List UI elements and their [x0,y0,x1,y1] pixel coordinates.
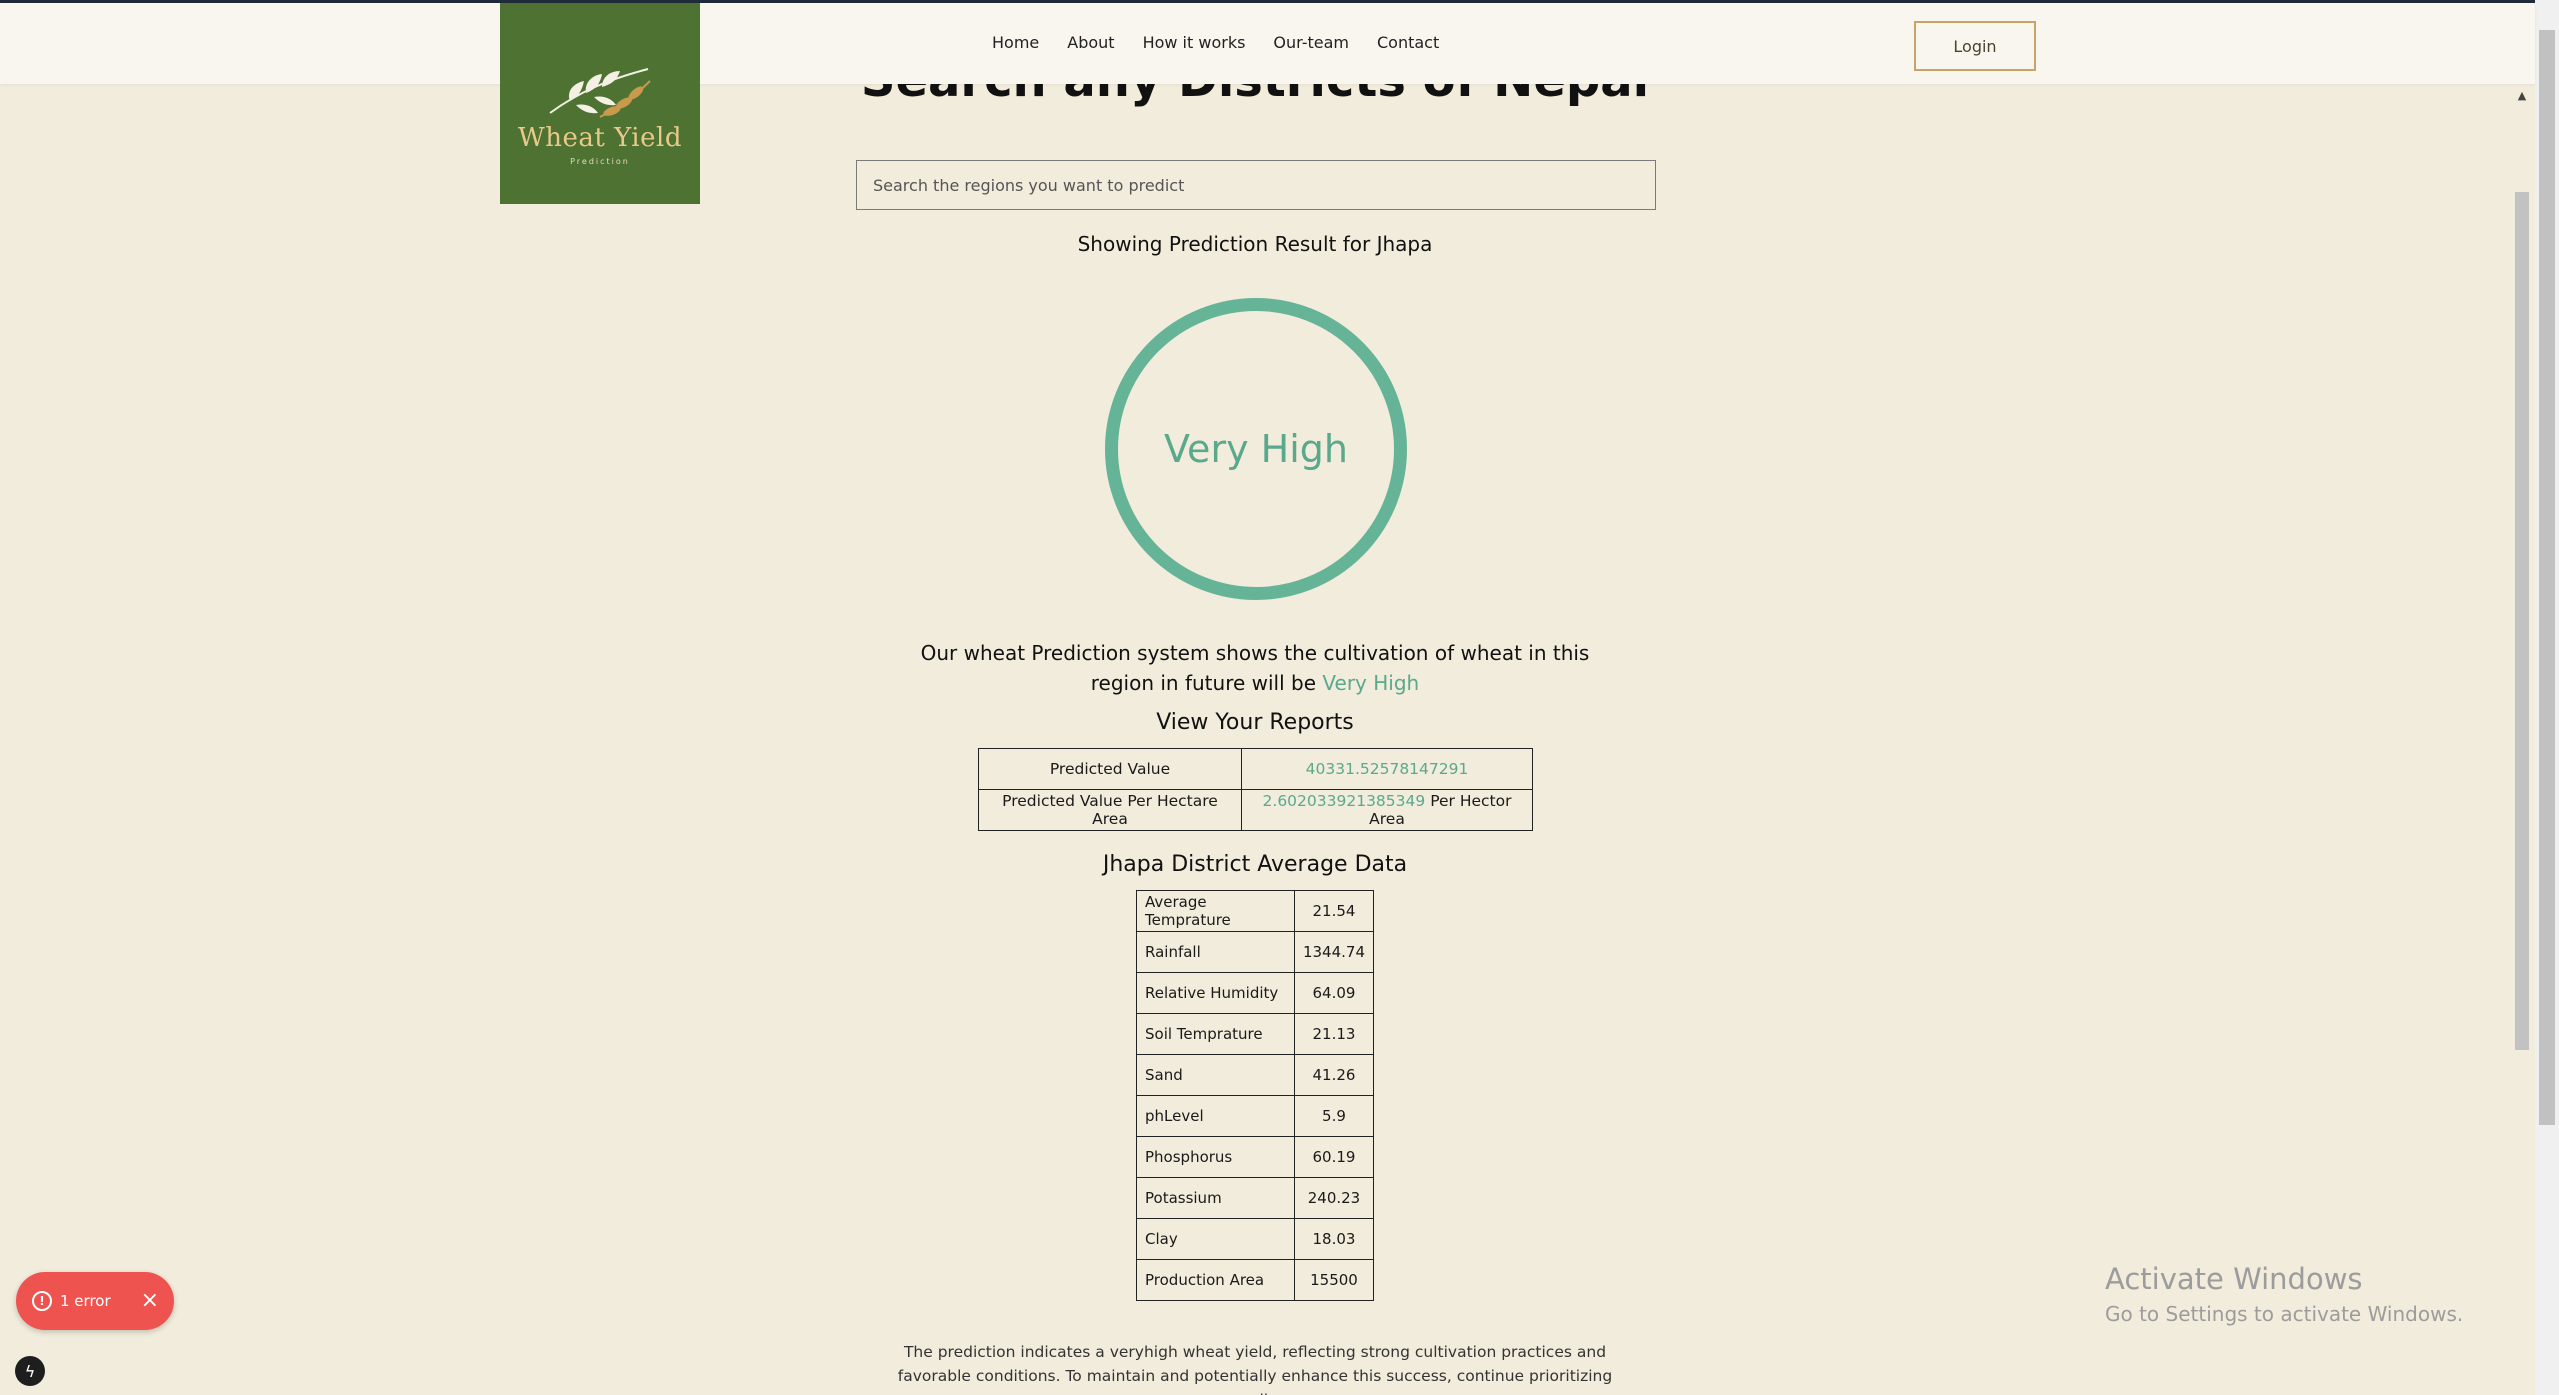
average-value: 1344.74 [1293,931,1375,973]
table-row: Potassium 240.23 [1136,1177,1375,1219]
average-label: Rainfall [1136,931,1295,973]
page-scroll-thumb[interactable] [2515,192,2529,1050]
error-circle-icon: ! [32,1291,52,1311]
prediction-level: Very High [1164,427,1348,471]
bolt-icon[interactable]: ϟ [15,1356,45,1386]
activate-title: Activate Windows [2105,1262,2363,1296]
site-header: Home About How it works Our-team Contact… [0,3,2535,84]
average-value: 21.54 [1293,890,1375,932]
average-label: Production Area [1136,1259,1295,1301]
table-row: Rainfall 1344.74 [1136,931,1375,973]
average-label: Phosphorus [1136,1136,1295,1178]
scroll-up-arrow-icon[interactable]: ▲ [2516,90,2528,102]
average-label: Relative Humidity [1136,972,1295,1014]
average-label: Average Temprature [1136,890,1295,932]
wheat-logo-icon [549,68,651,118]
table-row: Production Area 15500 [1136,1259,1375,1301]
nav-home[interactable]: Home [992,33,1039,52]
statement-text: Our wheat Prediction system shows the cu… [920,641,1590,695]
table-row: Relative Humidity 64.09 [1136,972,1375,1014]
table-row: Average Temprature 21.54 [1136,890,1375,932]
report-value-cell: 2.602033921385349 Per Hector Area [1241,789,1533,831]
district-heading: Jhapa District Average Data [1102,852,1408,877]
average-label: Clay [1136,1218,1295,1260]
prediction-description: The prediction indicates a veryhigh whea… [897,1343,1613,1395]
close-icon[interactable]: × [141,1290,159,1312]
average-value: 41.26 [1293,1054,1375,1096]
nav-how-it-works[interactable]: How it works [1143,33,1246,52]
average-value: 21.13 [1293,1013,1375,1055]
average-label: phLevel [1136,1095,1295,1137]
average-label: Potassium [1136,1177,1295,1219]
logo-subtitle: Prediction [570,157,630,166]
reports-heading: View Your Reports [1156,710,1354,735]
average-value: 5.9 [1293,1095,1375,1137]
table-row: Predicted Value 40331.52578147291 [978,748,1533,790]
average-value: 15500 [1293,1259,1375,1301]
report-value: 2.602033921385349 [1262,792,1426,810]
statement-level: Very High [1322,671,1420,695]
table-row: Sand 41.26 [1136,1054,1375,1096]
nav-contact[interactable]: Contact [1377,33,1439,52]
table-row: phLevel 5.9 [1136,1095,1375,1137]
error-count: 1 error [60,1292,111,1310]
reports-table: Predicted Value 40331.52578147291 Predic… [978,748,1533,831]
table-row: Clay 18.03 [1136,1218,1375,1260]
logo-title: Wheat Yield [518,123,682,153]
average-value: 64.09 [1293,972,1375,1014]
report-value-cell: 40331.52578147291 [1241,748,1533,790]
report-label: Predicted Value [978,748,1242,790]
report-label: Predicted Value Per Hectare Area [978,789,1242,831]
average-label: Sand [1136,1054,1295,1096]
nav-our-team[interactable]: Our-team [1273,33,1349,52]
table-row: Predicted Value Per Hectare Area 2.60203… [978,789,1533,831]
result-heading: Showing Prediction Result for Jhapa [1077,232,1433,256]
main-content: Search any Districts of Nepal Showing Pr… [0,0,2510,1395]
average-value: 60.19 [1293,1136,1375,1178]
table-row: Soil Temprature 21.13 [1136,1013,1375,1055]
prediction-statement: Our wheat Prediction system shows the cu… [900,638,1610,698]
nav-about[interactable]: About [1067,33,1114,52]
activate-windows-watermark: Activate Windows Go to Settings to activ… [2105,1262,2463,1326]
district-average-table: Average Temprature 21.54 Rainfall 1344.74 … [1136,890,1375,1301]
main-nav: Home About How it works Our-team Contact [992,33,1439,52]
site-logo[interactable]: Wheat Yield Prediction [500,3,700,204]
report-value: 40331.52578147291 [1305,760,1469,778]
average-value: 240.23 [1293,1177,1375,1219]
error-toast[interactable]: ! 1 error × [16,1272,174,1330]
activate-subtitle: Go to Settings to activate Windows. [2105,1302,2464,1326]
average-label: Soil Temprature [1136,1013,1295,1055]
table-row: Phosphorus 60.19 [1136,1136,1375,1178]
search-input[interactable] [856,160,1656,210]
window-scroll-thumb[interactable] [2539,30,2555,1125]
login-button[interactable]: Login [1914,21,2036,71]
prediction-ring: Very High [1105,298,1407,600]
average-value: 18.03 [1293,1218,1375,1260]
